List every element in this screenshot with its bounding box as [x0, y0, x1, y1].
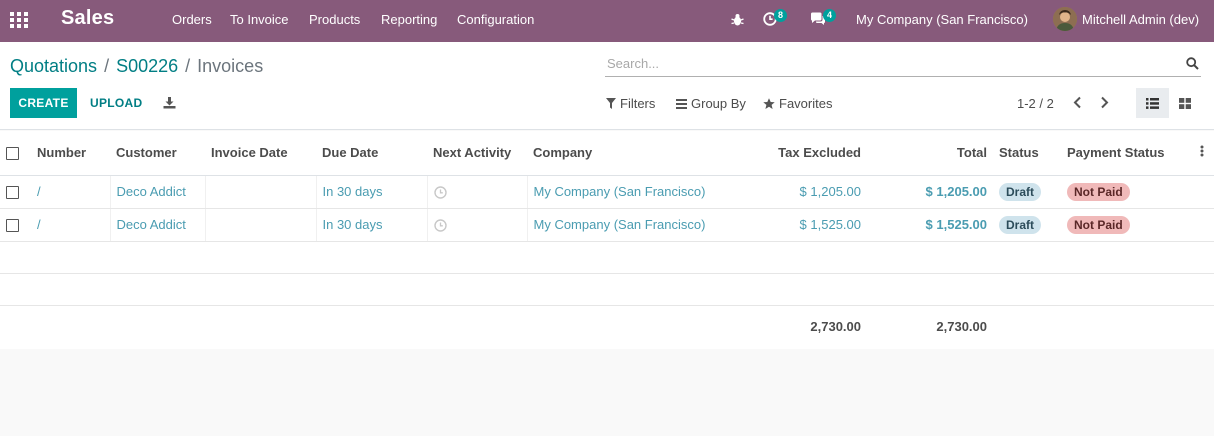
company-switcher[interactable]: My Company (San Francisco): [856, 12, 1028, 27]
kanban-view-button[interactable]: [1168, 88, 1201, 118]
col-customer[interactable]: Customer: [110, 131, 205, 176]
cell-company[interactable]: My Company (San Francisco): [526, 175, 707, 209]
top-navbar: Sales Orders To Invoice Products Reporti…: [0, 0, 1214, 42]
menu-reporting[interactable]: Reporting: [381, 12, 437, 27]
filters-button[interactable]: Filters: [606, 96, 655, 111]
menu-configuration[interactable]: Configuration: [457, 12, 534, 27]
sum-tax-excluded: 2,730.00: [707, 304, 867, 347]
col-due-date[interactable]: Due Date: [316, 131, 427, 176]
cell-invoice-date[interactable]: [204, 175, 316, 209]
list-view-button[interactable]: [1136, 88, 1169, 118]
row-checkbox[interactable]: [6, 186, 19, 200]
star-icon: [763, 97, 775, 109]
table-header-row: Number Customer Invoice Date Due Date Ne…: [0, 131, 1214, 176]
empty-row: [0, 273, 1214, 306]
user-name: Mitchell Admin (dev): [1082, 11, 1200, 27]
invoice-table: Number Customer Invoice Date Due Date Ne…: [0, 131, 1214, 347]
col-total[interactable]: Total: [867, 131, 993, 176]
list-view-icon: [1146, 97, 1159, 109]
cell-number[interactable]: /: [31, 208, 110, 242]
status-badge: Draft: [999, 182, 1042, 201]
cell-status[interactable]: Draft: [993, 175, 1061, 209]
app-brand[interactable]: Sales: [61, 7, 114, 30]
breadcrumb-quotations[interactable]: Quotations: [10, 56, 97, 77]
empty-row: [0, 241, 1214, 274]
col-number[interactable]: Number: [31, 131, 110, 176]
col-invoice-date[interactable]: Invoice Date: [205, 131, 316, 176]
cell-due-date[interactable]: In 30 days: [315, 175, 427, 209]
group-by-label: Group By: [691, 96, 746, 111]
cell-due-date[interactable]: In 30 days: [315, 208, 427, 242]
search-icon[interactable]: [1186, 57, 1199, 73]
create-button[interactable]: CREATE: [10, 88, 77, 118]
cell-status[interactable]: Draft: [993, 208, 1061, 242]
apps-menu-icon[interactable]: [10, 11, 28, 29]
cell-tax-excluded[interactable]: $ 1,525.00: [707, 208, 867, 242]
download-icon[interactable]: [163, 96, 176, 112]
col-next-activity[interactable]: Next Activity: [427, 131, 527, 176]
table-row[interactable]: / Deco Addict In 30 days My Company (San…: [0, 175, 1214, 209]
breadcrumb-current: Invoices: [197, 56, 264, 76]
col-status[interactable]: Status: [993, 131, 1061, 176]
activities-count-badge: 8: [774, 9, 788, 22]
cell-customer[interactable]: Deco Addict: [109, 208, 205, 242]
cell-invoice-date[interactable]: [204, 208, 316, 242]
cell-payment-status[interactable]: Not Paid: [1061, 175, 1194, 209]
breadcrumb-separator: /: [104, 56, 110, 76]
user-avatar: [1053, 7, 1077, 31]
invoice-list: Number Customer Invoice Date Due Date Ne…: [0, 131, 1214, 349]
breadcrumb-order[interactable]: S00226: [116, 56, 178, 77]
cell-tax-excluded[interactable]: $ 1,205.00: [707, 175, 867, 209]
messages-count-badge: 4: [823, 9, 837, 22]
filter-icon: [606, 98, 616, 109]
kanban-view-icon: [1178, 97, 1191, 109]
control-panel: Quotations / S00226 / Invoices CREATE UP…: [0, 42, 1214, 130]
cell-next-activity[interactable]: [426, 175, 527, 209]
bars-icon: [676, 98, 687, 109]
search-bar: [605, 53, 1201, 77]
cell-number[interactable]: /: [31, 175, 110, 209]
col-payment-status[interactable]: Payment Status: [1061, 131, 1194, 176]
menu-products[interactable]: Products: [309, 12, 360, 27]
menu-orders[interactable]: Orders: [172, 12, 212, 27]
status-badge: Draft: [999, 215, 1042, 234]
favorites-label: Favorites: [779, 96, 833, 111]
optional-columns-icon[interactable]: [1200, 145, 1204, 157]
cell-total[interactable]: $ 1,205.00: [867, 175, 993, 209]
col-tax-excluded[interactable]: Tax Excluded: [707, 131, 867, 176]
row-checkbox[interactable]: [6, 219, 19, 233]
payment-status-badge: Not Paid: [1067, 182, 1130, 201]
cell-total[interactable]: $ 1,525.00: [867, 208, 993, 242]
debug-bug-icon[interactable]: [731, 13, 744, 30]
cell-company[interactable]: My Company (San Francisco): [526, 208, 707, 242]
payment-status-badge: Not Paid: [1067, 215, 1130, 234]
select-all-cell: [0, 131, 31, 176]
favorites-button[interactable]: Favorites: [763, 96, 832, 111]
search-input[interactable]: [607, 56, 1167, 71]
pager-next-icon[interactable]: [1100, 96, 1110, 112]
col-company[interactable]: Company: [527, 131, 707, 176]
cell-next-activity[interactable]: [426, 208, 527, 242]
group-by-button[interactable]: Group By: [676, 96, 746, 111]
breadcrumb: Quotations / S00226 / Invoices: [10, 56, 263, 77]
breadcrumb-separator: /: [185, 56, 191, 76]
pager-value[interactable]: 1-2 / 2: [1017, 96, 1054, 111]
cell-payment-status[interactable]: Not Paid: [1061, 208, 1194, 242]
upload-button[interactable]: UPLOAD: [90, 96, 142, 110]
menu-to-invoice[interactable]: To Invoice: [230, 12, 289, 27]
table-row[interactable]: / Deco Addict In 30 days My Company (San…: [0, 208, 1214, 242]
cell-customer[interactable]: Deco Addict: [109, 175, 205, 209]
activity-clock-icon[interactable]: [433, 186, 447, 199]
filters-label: Filters: [620, 96, 656, 111]
activity-clock-icon[interactable]: [433, 219, 447, 232]
user-menu[interactable]: Mitchell Admin (dev): [1053, 7, 1199, 31]
optional-columns-cell: [1194, 131, 1214, 176]
sum-total: 2,730.00: [867, 304, 993, 347]
select-all-checkbox[interactable]: [6, 147, 19, 161]
table-footer-row: 2,730.00 2,730.00: [0, 304, 1214, 347]
pager-previous-icon[interactable]: [1072, 96, 1082, 112]
